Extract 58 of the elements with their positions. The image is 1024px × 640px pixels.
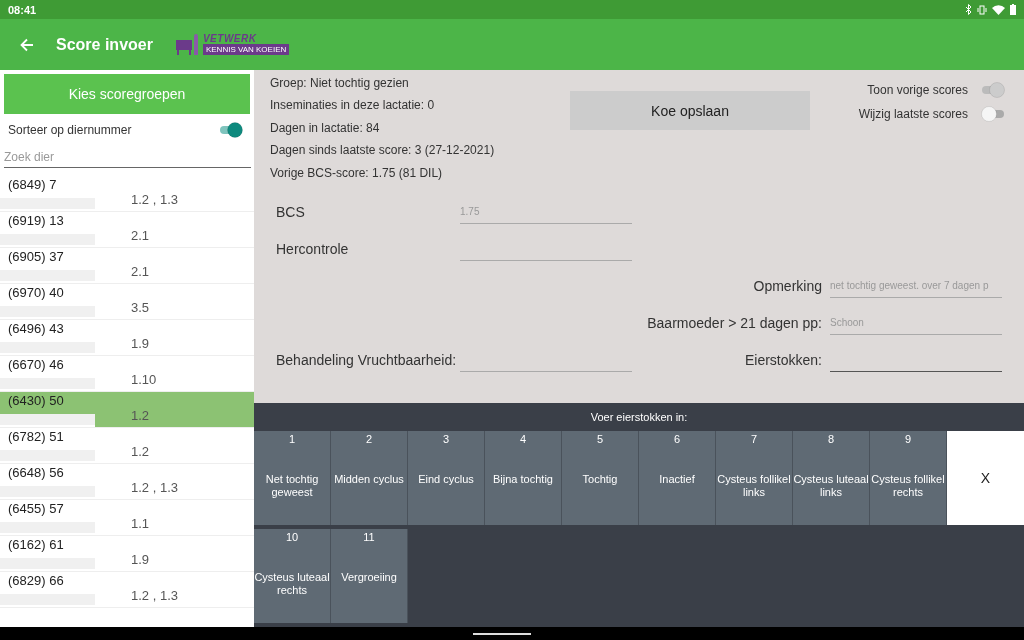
field-label: BCS <box>275 203 306 223</box>
option-key[interactable]: 1 Net tochtig geweest <box>254 431 331 525</box>
logo-icon <box>174 33 201 56</box>
field-label: Opmerking <box>752 277 823 297</box>
clock: 08:41 <box>8 3 37 16</box>
option-key[interactable]: 5 Tochtig <box>562 431 639 525</box>
field-label: Eierstokken: <box>743 351 823 371</box>
toggle-switch[interactable] <box>980 105 1006 123</box>
search-field[interactable]: Zoek dier <box>4 146 251 168</box>
info-line: Dagen sinds laatste score: 3 (27-12-2021) <box>270 142 496 160</box>
toggle-label: Toon vorige scores <box>867 83 968 97</box>
home-indicator[interactable] <box>473 632 531 635</box>
info-line: Dagen in lactatie: 84 <box>270 119 381 137</box>
animal-scores[interactable]: 2.1 <box>95 212 254 247</box>
animal-id[interactable]: (6430) 50 <box>0 392 95 414</box>
animal-scores[interactable]: 1.2 <box>95 428 254 463</box>
save-button[interactable]: Koe opslaan <box>570 91 810 130</box>
logo-name: VETWERK <box>202 34 257 44</box>
input-field[interactable]: net tochtig geweest. over 7 dagen p <box>830 273 1002 298</box>
bluetooth-icon <box>965 4 972 15</box>
keypad-title: Voer eierstokken in: <box>589 410 689 425</box>
info-line: Vorige BCS-score: 1.75 (81 DIL) <box>270 164 444 182</box>
field-label: Behandeling Vruchtbaarheid: <box>275 351 458 371</box>
info-line: Inseminaties in deze lactatie: 0 <box>270 97 436 115</box>
option-key[interactable]: 11 Vergroeiing <box>331 529 408 623</box>
animal-scores[interactable]: 1.9 <box>95 320 254 355</box>
wifi-icon <box>992 4 1005 15</box>
screen-title: Score invoer <box>56 35 153 54</box>
option-key[interactable]: 6 Inactief <box>639 431 716 525</box>
option-key[interactable]: 10 Cysteus luteaal rechts <box>254 529 331 623</box>
toggle-switch[interactable] <box>218 121 244 139</box>
option-key[interactable]: 7 Cysteus follikel links <box>716 431 793 525</box>
animal-scores[interactable]: 1.2 , 1.3 <box>95 572 254 607</box>
input-field[interactable]: 1.75 <box>460 199 632 224</box>
option-key[interactable]: 3 Eind cyclus <box>408 431 485 525</box>
option-key[interactable]: 2 Midden cyclus <box>331 431 408 525</box>
animal-scores[interactable]: 1.2 , 1.3 <box>95 176 254 211</box>
field-label: Baarmoeder > 21 dagen pp: <box>646 314 823 334</box>
option-key[interactable]: 9 Cysteus follikel rechts <box>870 431 947 525</box>
toggle-label: Wijzig laatste scores <box>858 107 968 121</box>
animal-scores[interactable]: 1.10 <box>95 356 254 391</box>
animal-scores[interactable]: 1.1 <box>95 500 254 535</box>
field-label: Hercontrole <box>275 240 350 260</box>
vibrate-icon <box>977 4 987 15</box>
option-key[interactable]: 8 Cysteus luteaal links <box>793 431 870 525</box>
option-key[interactable]: 4 Bijna tochtig <box>485 431 562 525</box>
animal-scores[interactable]: 1.9 <box>95 536 254 571</box>
battery-icon <box>1010 4 1016 15</box>
back-arrow-icon[interactable] <box>20 37 34 52</box>
animal-scores[interactable]: 1.2 <box>95 392 254 427</box>
info-line: Groep: Niet tochtig gezien <box>270 75 410 92</box>
animal-scores[interactable]: 3.5 <box>95 284 254 319</box>
close-button[interactable]: X <box>947 431 1024 525</box>
toggle-label: Sorteer op diernummer <box>8 123 132 137</box>
input-field[interactable]: Schoon <box>830 310 1002 335</box>
animal-scores[interactable]: 2.1 <box>95 248 254 283</box>
logo-tagline: KENNIS VAN KOEIEN <box>202 44 290 55</box>
animal-scores[interactable]: 1.2 , 1.3 <box>95 464 254 499</box>
